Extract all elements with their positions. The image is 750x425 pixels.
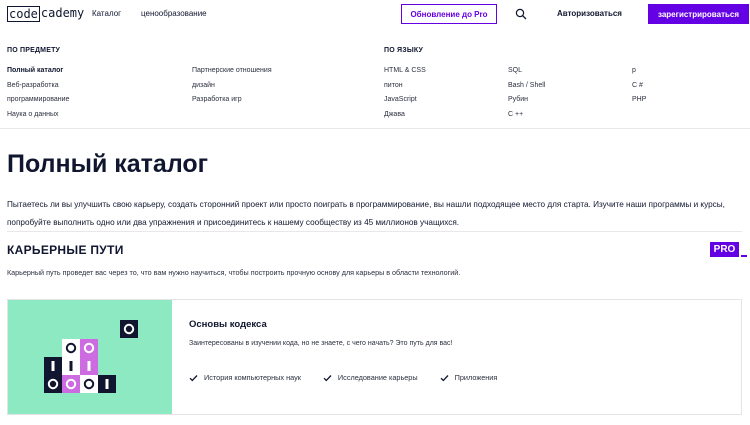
login-link[interactable]: Авторизоваться xyxy=(557,9,622,18)
catalog-intro: Пытаетесь ли вы улучшить свою карьеру, с… xyxy=(7,200,725,227)
nav-catalog[interactable]: Каталог xyxy=(92,9,121,18)
menu-item-java[interactable]: Джава xyxy=(384,110,426,125)
menu-language-col3: р C # PHP xyxy=(632,66,646,110)
topic-label: Исследование карьеры xyxy=(337,373,418,382)
menu-item-csharp[interactable]: C # xyxy=(632,81,646,96)
page-title: Полный каталог xyxy=(7,150,209,178)
menu-item-programming[interactable]: программирование xyxy=(7,95,69,110)
card-desc: Заинтересованы в изучении кода, но не зн… xyxy=(189,340,453,347)
signup-button[interactable]: зарегистрироваться xyxy=(648,4,749,24)
menu-item-ruby[interactable]: Рубин xyxy=(508,95,545,110)
menu-item-javascript[interactable]: JavaScript xyxy=(384,95,426,110)
menu-item-html-css[interactable]: HTML & CSS xyxy=(384,66,426,81)
menu-divider xyxy=(0,128,750,129)
career-path-card[interactable]: Основы кодекса Заинтересованы в изучении… xyxy=(7,299,742,415)
top-navbar: code cademy Каталог ценообразование Обно… xyxy=(0,0,750,29)
logo-code: code xyxy=(7,6,40,22)
menu-item-python[interactable]: питон xyxy=(384,81,426,96)
card-topics: История компьютерных наук Исследование к… xyxy=(189,373,519,382)
menu-item-sql[interactable]: SQL xyxy=(508,66,545,81)
career-paths-desc: Карьерный путь проведет вас через то, чт… xyxy=(7,268,461,277)
menu-language-col1: HTML & CSS питон JavaScript Джава xyxy=(384,66,426,124)
search-icon[interactable] xyxy=(515,8,527,20)
menu-subject-col1: Полный каталог Веб-разработка программир… xyxy=(7,66,69,124)
topic-label: История компьютерных наук xyxy=(204,373,301,382)
menu-language-col2: SQL Bash / Shell Рубин C ++ xyxy=(508,66,545,124)
card-illustration xyxy=(8,300,172,414)
menu-item-full-catalog[interactable]: Полный каталог xyxy=(7,66,69,81)
menu-item-partnerships[interactable]: Партнерские отношения xyxy=(192,66,272,81)
checkmark-icon xyxy=(440,374,449,381)
section-divider xyxy=(7,231,742,232)
pro-badge-underscore xyxy=(741,255,747,257)
menu-heading-language: ПО ЯЗЫКУ xyxy=(384,47,424,54)
menu-item-data-science[interactable]: Наука о данных xyxy=(7,110,69,125)
checkmark-icon xyxy=(189,374,198,381)
menu-item-web-dev[interactable]: Веб-разработка xyxy=(7,81,69,96)
menu-subject-col2: Партнерские отношения дизайн Разработка … xyxy=(192,66,272,110)
blocks-illustration xyxy=(44,320,138,393)
menu-item-design[interactable]: дизайн xyxy=(192,81,272,96)
menu-item-cpp[interactable]: C ++ xyxy=(508,110,545,125)
checkmark-icon xyxy=(323,374,332,381)
menu-item-game-dev[interactable]: Разработка игр xyxy=(192,95,272,110)
logo-cademy: cademy xyxy=(40,6,85,20)
menu-item-php[interactable]: PHP xyxy=(632,95,646,110)
upgrade-pro-button[interactable]: Обновление до Pro xyxy=(401,4,497,24)
topic-item: Исследование карьеры xyxy=(323,373,418,382)
menu-heading-subject: ПО ПРЕДМЕТУ xyxy=(7,47,61,54)
topic-item: История компьютерных наук xyxy=(189,373,301,382)
pro-badge: PRO xyxy=(710,242,739,257)
menu-item-bash[interactable]: Bash / Shell xyxy=(508,81,545,96)
career-paths-title: КАРЬЕРНЫЕ ПУТИ xyxy=(7,243,124,257)
nav-pricing[interactable]: ценообразование xyxy=(141,9,207,18)
codecademy-logo[interactable]: code cademy xyxy=(7,6,84,22)
topic-label: Приложения xyxy=(454,373,498,382)
card-title[interactable]: Основы кодекса xyxy=(189,319,267,330)
menu-item-r[interactable]: р xyxy=(632,66,646,81)
topic-item: Приложения xyxy=(440,373,498,382)
